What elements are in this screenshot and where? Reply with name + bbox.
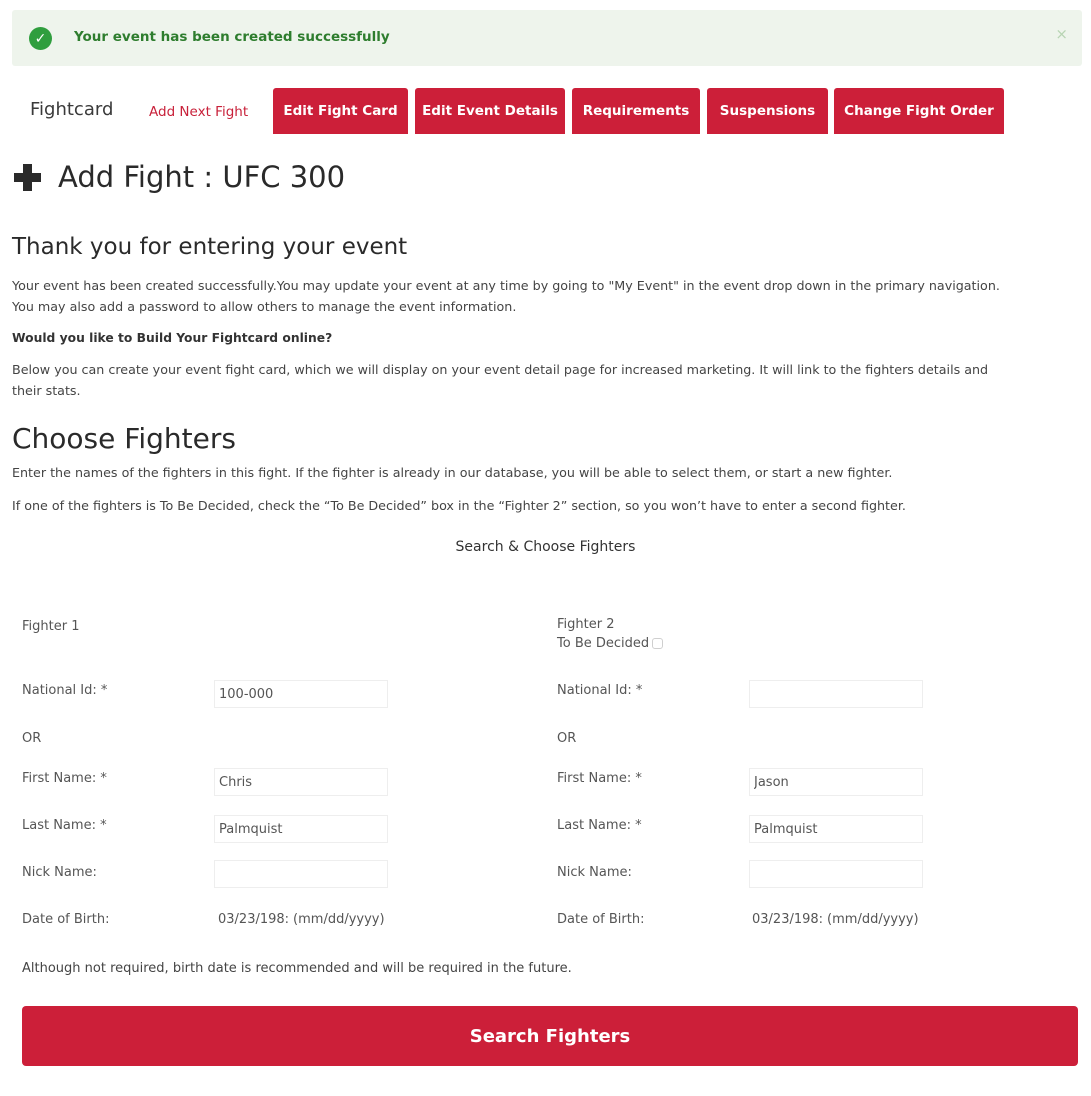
fighter-1-dob-hint: (mm/dd/yyyy): [293, 912, 385, 927]
tab-suspensions[interactable]: Suspensions: [707, 88, 828, 134]
fighter-1-or-label: OR: [22, 731, 42, 746]
fighter-1-nick-name-input[interactable]: [214, 860, 388, 888]
tab-add-next-fight[interactable]: Add Next Fight: [149, 104, 248, 120]
page-title: Add Fight : UFC 300: [58, 160, 346, 194]
intro-line-3: Below you can create your event fight ca…: [12, 362, 989, 377]
choose-line-1: Enter the names of the fighters in this …: [12, 465, 893, 480]
fighter-1-last-name-input[interactable]: [214, 815, 388, 843]
fighter-2-or-label: OR: [557, 731, 577, 746]
tab-change-fight-order[interactable]: Change Fight Order: [834, 88, 1004, 134]
intro-line-2: You may also add a password to allow oth…: [12, 299, 517, 314]
page-heading: Add Fight : UFC 300: [12, 160, 345, 194]
thank-you-heading: Thank you for entering your event: [12, 234, 408, 260]
tab-requirements[interactable]: Requirements: [572, 88, 700, 134]
intro-line-4: their stats.: [12, 383, 81, 398]
fighter-2-dob-value[interactable]: 03/23/198:: [752, 912, 823, 927]
fighter-1-last-name-label: Last Name: *: [22, 818, 107, 833]
search-section-title: Search & Choose Fighters: [455, 539, 636, 555]
intro-line-1: Your event has been created successfully…: [12, 278, 1000, 293]
choose-line-2: If one of the fighters is To Be Decided,…: [12, 498, 906, 513]
close-icon[interactable]: ×: [1055, 25, 1068, 43]
to-be-decided-checkbox[interactable]: [652, 638, 664, 649]
build-fightcard-question: Would you like to Build Your Fightcard o…: [12, 331, 333, 345]
fighter-2-national-id-input[interactable]: [749, 680, 923, 708]
success-alert: ✓ Your event has been created successful…: [12, 10, 1082, 66]
fighter-1-dob-label: Date of Birth:: [22, 912, 110, 927]
fighter-2-header: Fighter 2 To Be Decided: [557, 615, 664, 653]
to-be-decided-label: To Be Decided: [557, 636, 650, 651]
fighter-1-nick-name-label: Nick Name:: [22, 865, 97, 880]
fighter-2-dob-field[interactable]: 03/23/198: (mm/dd/yyyy): [752, 912, 919, 927]
plus-icon: [12, 162, 42, 192]
fighter-1-national-id-label: National Id: *: [22, 683, 108, 698]
alert-message: Your event has been created successfully: [74, 29, 390, 45]
fighter-2-first-name-label: First Name: *: [557, 771, 642, 786]
search-fighters-button[interactable]: Search Fighters: [22, 1006, 1078, 1066]
to-be-decided-row: To Be Decided: [557, 634, 664, 653]
fighter-1-first-name-label: First Name: *: [22, 771, 107, 786]
fighter-1-national-id-input[interactable]: [214, 680, 388, 708]
fighter-2-dob-label: Date of Birth:: [557, 912, 645, 927]
fighter-1-title: Fighter 1: [22, 619, 80, 634]
choose-fighters-heading: Choose Fighters: [12, 422, 236, 455]
fighter-1-first-name-input[interactable]: [214, 768, 388, 796]
fighter-2-national-id-label: National Id: *: [557, 683, 643, 698]
tab-edit-event-details[interactable]: Edit Event Details: [415, 88, 565, 134]
fighter-2-dob-hint: (mm/dd/yyyy): [827, 912, 919, 927]
fighter-2-nick-name-input[interactable]: [749, 860, 923, 888]
fighter-2-nick-name-label: Nick Name:: [557, 865, 632, 880]
fighter-2-first-name-input[interactable]: [749, 768, 923, 796]
tab-edit-fight-card[interactable]: Edit Fight Card: [273, 88, 408, 134]
fighter-2-last-name-input[interactable]: [749, 815, 923, 843]
tab-fightcard-title: Fightcard: [30, 99, 114, 120]
birth-date-note: Although not required, birth date is rec…: [22, 961, 572, 976]
check-circle-icon: ✓: [29, 27, 52, 50]
fighter-2-title: Fighter 2: [557, 617, 615, 632]
fighter-1-dob-value[interactable]: 03/23/198:: [218, 912, 289, 927]
fighter-2-last-name-label: Last Name: *: [557, 818, 642, 833]
fighter-1-dob-field[interactable]: 03/23/198: (mm/dd/yyyy): [218, 912, 385, 927]
